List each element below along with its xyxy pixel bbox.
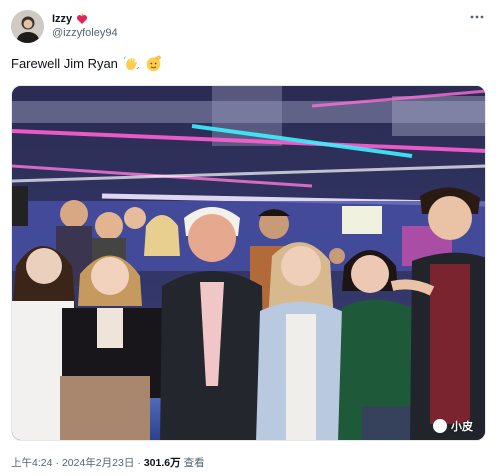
- avatar[interactable]: [11, 10, 44, 43]
- views-count: 301.6万: [143, 457, 181, 469]
- more-options-button[interactable]: [468, 10, 486, 24]
- watermark-text: 小皮: [451, 421, 473, 433]
- watermark: 小皮: [433, 418, 473, 434]
- tweet-text-content: Farewell Jim Ryan: [11, 56, 118, 71]
- name-row: Izzy: [52, 11, 88, 27]
- tweet-date[interactable]: 2024年2月23日: [62, 455, 134, 470]
- meta-separator: ·: [55, 456, 59, 469]
- heart-on-fire-icon: [77, 13, 88, 24]
- tweet-text: Farewell Jim Ryan: [11, 55, 162, 72]
- group-photo-image: [12, 86, 485, 440]
- tweet-time[interactable]: 上午4:24: [11, 455, 52, 470]
- watermark-logo-icon: [433, 419, 447, 433]
- tweet-photo[interactable]: 小皮: [11, 85, 486, 441]
- waving-hand-icon: [124, 56, 140, 71]
- saluting-face-icon: [146, 55, 161, 72]
- tweet-meta: 上午4:24 · 2024年2月23日 · 301.6万 查看: [11, 455, 205, 470]
- more-dots-icon: [470, 15, 484, 19]
- handle[interactable]: @izzyfoley94: [52, 27, 118, 39]
- views-label[interactable]: 查看: [184, 455, 205, 470]
- tweet-header: Izzy @izzyfoley94: [0, 0, 500, 50]
- meta-separator-2: ·: [137, 456, 141, 469]
- display-name[interactable]: Izzy: [52, 13, 72, 25]
